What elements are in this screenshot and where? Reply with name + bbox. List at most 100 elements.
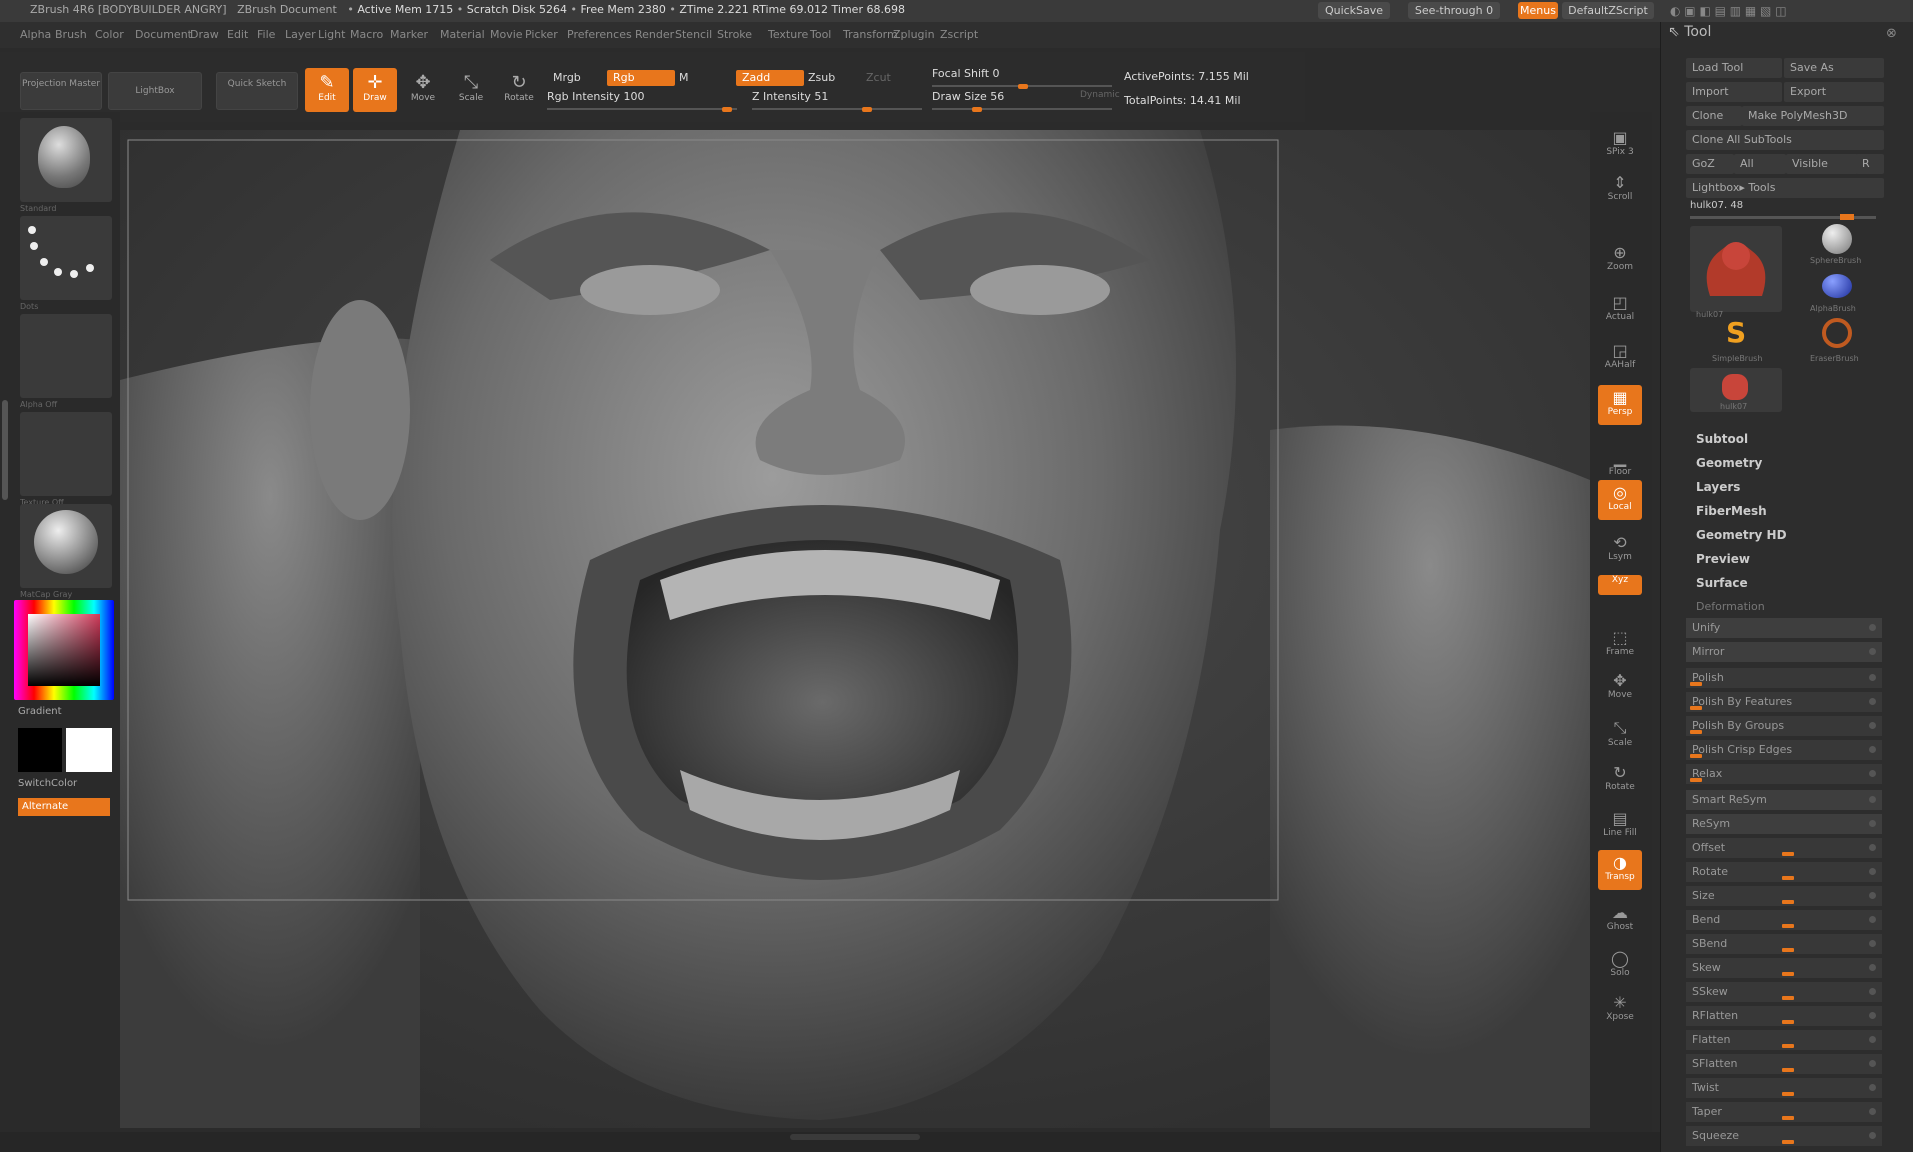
menu-tool[interactable]: Tool: [810, 28, 831, 41]
shelf-local-button[interactable]: ◎ Local: [1598, 480, 1642, 520]
z-intensity-slider[interactable]: [752, 108, 922, 110]
section-geometry-hd[interactable]: Geometry HD: [1696, 528, 1787, 542]
menu-draw[interactable]: Draw: [190, 28, 219, 41]
deform-mirror[interactable]: Mirror: [1686, 642, 1882, 662]
shelf-actual-button[interactable]: ◰ Actual: [1598, 290, 1642, 330]
deform-axis-icon[interactable]: [1869, 940, 1876, 947]
deform-axis-icon[interactable]: [1869, 648, 1876, 655]
menu-picker[interactable]: Picker: [525, 28, 558, 41]
deform-slider-knob[interactable]: [1782, 1044, 1794, 1048]
deform-sflatten[interactable]: SFlatten: [1686, 1054, 1882, 1074]
deform-slider-knob[interactable]: [1782, 1092, 1794, 1096]
deform-slider-knob[interactable]: [1782, 1116, 1794, 1120]
section-preview[interactable]: Preview: [1696, 552, 1750, 566]
deform-skew[interactable]: Skew: [1686, 958, 1882, 978]
deform-polish-crisp-edges[interactable]: Polish Crisp Edges: [1686, 740, 1882, 760]
deform-axis-icon[interactable]: [1869, 820, 1876, 827]
edit-button[interactable]: ✎ Edit: [305, 68, 349, 112]
palette-pin-icon[interactable]: ⇖: [1668, 24, 1680, 40]
goz-button[interactable]: GoZ: [1686, 154, 1734, 174]
menu-alpha[interactable]: Alpha: [20, 28, 51, 41]
deform-axis-icon[interactable]: [1869, 698, 1876, 705]
window-controls[interactable]: ◐ ▣ ◧ ▤ ▥ ▦ ▧ ◫: [1670, 4, 1787, 18]
deform-axis-icon[interactable]: [1869, 964, 1876, 971]
import-button[interactable]: Import: [1686, 82, 1782, 102]
deform-bend[interactable]: Bend: [1686, 910, 1882, 930]
lightbox-tools-button[interactable]: Lightbox▸ Tools: [1686, 178, 1884, 198]
shelf-scroll-button[interactable]: ⇕ Scroll: [1598, 170, 1642, 210]
tool-thumb-simple[interactable]: S SimpleBrush: [1712, 316, 1766, 364]
deform-axis-icon[interactable]: [1869, 674, 1876, 681]
deform-axis-icon[interactable]: [1869, 844, 1876, 851]
deform-axis-icon[interactable]: [1869, 722, 1876, 729]
deform-rflatten[interactable]: RFlatten: [1686, 1006, 1882, 1026]
shelf-aahalf-button[interactable]: ◲ AAHalf: [1598, 338, 1642, 378]
mrgb-button[interactable]: Mrgb: [547, 70, 609, 86]
see-through-slider[interactable]: See-through 0: [1408, 2, 1500, 19]
palette-close-icon[interactable]: ⊗: [1886, 26, 1897, 41]
scale-button[interactable]: ⤡ Scale: [449, 68, 493, 112]
load-tool-button[interactable]: Load Tool: [1686, 58, 1782, 78]
deform-slider-knob[interactable]: [1782, 1020, 1794, 1024]
shelf-lsym-button[interactable]: ⟲ Lsym: [1598, 530, 1642, 570]
deform-rotate[interactable]: Rotate: [1686, 862, 1882, 882]
m-button[interactable]: M: [673, 70, 709, 86]
shelf-persp-button[interactable]: ▦ Persp: [1598, 385, 1642, 425]
deform-slider-knob[interactable]: [1690, 682, 1702, 686]
menu-layer[interactable]: Layer: [285, 28, 316, 41]
deform-flatten[interactable]: Flatten: [1686, 1030, 1882, 1050]
menu-document[interactable]: Document: [135, 28, 192, 41]
menu-movie[interactable]: Movie: [490, 28, 523, 41]
tool-thumb-sphere[interactable]: SphereBrush: [1810, 224, 1864, 266]
menu-zplugin[interactable]: Zplugin: [893, 28, 935, 41]
secondary-color-swatch[interactable]: [66, 728, 112, 772]
draw-size-knob[interactable]: [972, 107, 982, 112]
clone-button[interactable]: Clone: [1686, 106, 1742, 126]
deform-axis-icon[interactable]: [1869, 916, 1876, 923]
all-button[interactable]: All: [1734, 154, 1786, 174]
menu-stencil[interactable]: Stencil: [675, 28, 712, 41]
brush-thumbnail[interactable]: [20, 118, 112, 202]
current-tool-slider-knob[interactable]: [1840, 214, 1854, 220]
menu-light[interactable]: Light: [318, 28, 345, 41]
color-picker[interactable]: [14, 600, 114, 700]
shelf-move-button[interactable]: ✥ Move: [1598, 668, 1642, 708]
lightbox-button[interactable]: LightBox: [108, 72, 202, 110]
deform-polish-by-features[interactable]: Polish By Features: [1686, 692, 1882, 712]
shelf-line-fill-button[interactable]: ▤ Line Fill: [1598, 806, 1642, 846]
deform-axis-icon[interactable]: [1869, 892, 1876, 899]
zcut-button[interactable]: Zcut: [866, 71, 891, 84]
menu-texture[interactable]: Texture: [768, 28, 808, 41]
shelf-rotate-button[interactable]: ↻ Rotate: [1598, 760, 1642, 800]
make-polymesh-button[interactable]: Make PolyMesh3D: [1742, 106, 1884, 126]
zadd-button[interactable]: Zadd: [736, 70, 804, 86]
shelf-floor-button[interactable]: ▁ Floor: [1598, 445, 1642, 485]
deform-slider-knob[interactable]: [1782, 876, 1794, 880]
deform-relax[interactable]: Relax: [1686, 764, 1882, 784]
rgb-button[interactable]: Rgb: [607, 70, 675, 86]
gradient-label[interactable]: Gradient: [18, 706, 62, 717]
bottom-tray-handle[interactable]: [790, 1134, 920, 1140]
deform-axis-icon[interactable]: [1869, 988, 1876, 995]
deform-axis-icon[interactable]: [1869, 1012, 1876, 1019]
draw-button[interactable]: ✛ Draw: [353, 68, 397, 112]
shelf-solo-button[interactable]: ◯ Solo: [1598, 946, 1642, 986]
material-thumbnail[interactable]: [20, 504, 112, 588]
deform-axis-icon[interactable]: [1869, 770, 1876, 777]
tool-thumb-hulk-small[interactable]: hulk07: [1690, 368, 1782, 412]
deform-axis-icon[interactable]: [1869, 1036, 1876, 1043]
deform-sskew[interactable]: SSkew: [1686, 982, 1882, 1002]
zsub-button[interactable]: Zsub: [802, 70, 860, 86]
tool-thumb-current[interactable]: [1690, 226, 1782, 312]
shelf-spix-3-button[interactable]: ▣ SPix 3: [1598, 125, 1642, 165]
menu-brush[interactable]: Brush: [55, 28, 87, 41]
shelf-frame-button[interactable]: ⬚ Frame: [1598, 625, 1642, 665]
save-as-button[interactable]: Save As: [1784, 58, 1884, 78]
deform-taper[interactable]: Taper: [1686, 1102, 1882, 1122]
menu-preferences[interactable]: Preferences: [567, 28, 632, 41]
menu-macro[interactable]: Macro: [350, 28, 383, 41]
default-zscript-button[interactable]: DefaultZScript: [1562, 2, 1654, 19]
rgb-intensity-knob[interactable]: [722, 107, 732, 112]
deform-offset[interactable]: Offset: [1686, 838, 1882, 858]
menu-transform[interactable]: Transform: [843, 28, 898, 41]
